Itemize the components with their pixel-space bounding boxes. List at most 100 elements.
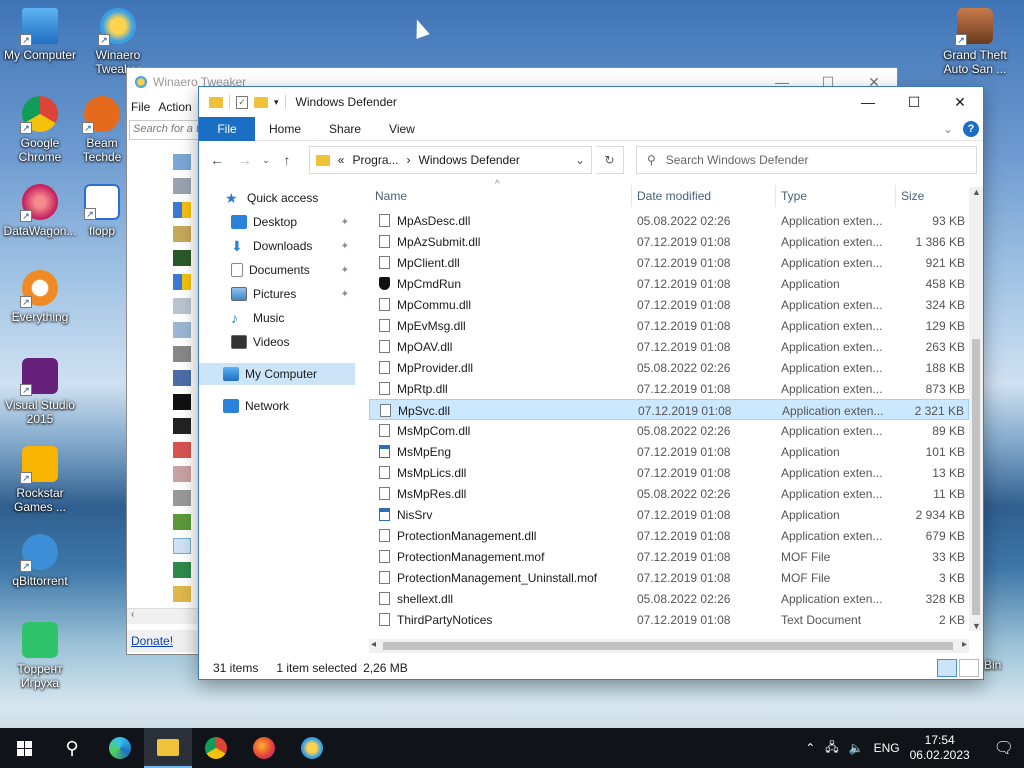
file-row[interactable]: shellext.dll 05.08.2022 02:26 Application … [369, 588, 969, 609]
language-indicator[interactable]: ENG [874, 741, 900, 755]
taskbar-file-explorer[interactable] [144, 728, 192, 768]
tree-item-icon[interactable] [173, 298, 191, 314]
desktop-icon-datawagon[interactable]: ↗ DataWagon... [0, 184, 80, 238]
donate-link[interactable]: Donate! [127, 630, 199, 652]
menu-file[interactable]: File [131, 100, 150, 114]
nav-item-music[interactable]: ♪ Music [199, 307, 355, 329]
desktop-icon-gta[interactable]: ↗ Grand Theft Auto San ... [936, 8, 1014, 76]
large-icons-view-icon[interactable] [959, 659, 979, 677]
taskbar-firefox[interactable] [240, 728, 288, 768]
breadcrumb-item[interactable]: Windows Defender [419, 153, 520, 167]
file-row[interactable]: ProtectionManagement_Uninstall.mof 07.12.… [369, 567, 969, 588]
file-row[interactable]: ProtectionManagement.dll 07.12.2019 01:08… [369, 525, 969, 546]
menu-action[interactable]: Action [158, 100, 191, 114]
file-row[interactable]: MsMpCom.dll 05.08.2022 02:26 Application e… [369, 420, 969, 441]
desktop-icon-chrome[interactable]: ↗ Google Chrome [0, 96, 80, 164]
file-row[interactable]: MpEvMsg.dll 07.12.2019 01:08 Application e… [369, 315, 969, 336]
desktop-icon-beam[interactable]: ↗ Beam Techde [78, 96, 126, 164]
taskbar-winaero[interactable] [288, 728, 336, 768]
desktop-icon-everything[interactable]: ↗ Everything [0, 270, 80, 324]
tab-file[interactable]: File [199, 116, 255, 141]
up-arrow-icon[interactable]: ↑ [275, 152, 299, 168]
tab-share[interactable]: Share [315, 117, 375, 141]
tree-item-icon[interactable] [173, 562, 191, 578]
file-row[interactable]: MpCommu.dll 07.12.2019 01:08 Application e… [369, 294, 969, 315]
close-button[interactable]: ✕ [937, 87, 983, 117]
minimize-button[interactable]: — [845, 87, 891, 117]
scroll-down-icon[interactable]: ▼ [972, 621, 981, 631]
desktop-icon-qbittorrent[interactable]: ↗ qBittorrent [0, 534, 80, 588]
file-row[interactable]: MpProvider.dll 05.08.2022 02:26 Applicatio… [369, 357, 969, 378]
address-bar[interactable]: « Progra... › Windows Defender ⌄ [308, 146, 593, 174]
gear-icon[interactable] [173, 394, 191, 410]
shield-icon[interactable] [173, 274, 191, 290]
new-folder-icon[interactable] [254, 96, 268, 108]
mouse-icon[interactable] [173, 490, 191, 506]
file-row[interactable]: MpClient.dll 07.12.2019 01:08 Application … [369, 252, 969, 273]
file-row[interactable]: MpRtp.dll 07.12.2019 01:08 Application ext… [369, 378, 969, 399]
tab-home[interactable]: Home [255, 117, 315, 141]
nav-item-videos[interactable]: Videos [199, 331, 355, 353]
desktop-icon-winaero[interactable]: ↗ Winaero Tweaker [78, 8, 158, 76]
nav-item-pictures[interactable]: Pictures ✦ [199, 283, 355, 305]
details-view-icon[interactable] [937, 659, 957, 677]
help-icon[interactable]: ? [963, 120, 979, 137]
tab-view[interactable]: View [375, 117, 429, 141]
forward-arrow-icon[interactable]: → [233, 152, 257, 168]
desktop-icon-rockstar[interactable]: ↗ Rockstar Games ... [0, 446, 80, 514]
vertical-scrollbar[interactable]: ▲ ▼ [969, 187, 983, 631]
tree-item-icon[interactable] [173, 226, 191, 242]
tree-item-icon[interactable] [173, 514, 191, 530]
file-explorer-window[interactable]: ✓ ▾ Windows Defender — ☐ ✕ File Home Sha… [198, 86, 984, 680]
horizontal-scrollbar[interactable]: ◂ ▸ [369, 639, 969, 653]
scrollbar-thumb[interactable] [972, 339, 980, 615]
file-row[interactable]: MpCmdRun 07.12.2019 01:08 Application 458 K… [369, 273, 969, 294]
nav-item-network[interactable]: Network [199, 395, 355, 417]
refresh-icon[interactable]: ↻ [596, 146, 624, 174]
file-row[interactable]: MsMpRes.dll 05.08.2022 02:26 Application e… [369, 483, 969, 504]
file-row[interactable]: NisSrv 07.12.2019 01:08 Application 2 934 K… [369, 504, 969, 525]
desktop-icon-floppy[interactable]: ↗ flopp [78, 184, 126, 238]
tree-item-icon[interactable] [173, 322, 191, 338]
search-input[interactable]: Search for a t [129, 120, 199, 140]
desktop-icon-recycle-bin[interactable]: Bin [984, 658, 1024, 672]
maximize-button[interactable]: ☐ [891, 87, 937, 117]
taskbar-edge[interactable] [96, 728, 144, 768]
tree-item-icon[interactable] [173, 154, 191, 170]
clock[interactable]: 17:54 06.02.2023 [910, 733, 970, 763]
breadcrumb-overflow[interactable]: « [338, 153, 345, 167]
power-icon[interactable] [173, 442, 191, 458]
file-row[interactable]: ProtectionManagement.mof 07.12.2019 01:08… [369, 546, 969, 567]
nav-item-downloads[interactable]: ⬇ Downloads ✦ [199, 235, 355, 257]
file-row[interactable]: MpOAV.dll 07.12.2019 01:08 Application ext… [369, 336, 969, 357]
volume-icon[interactable]: 🔈 [849, 741, 864, 755]
network-icon[interactable]: 🖧 [825, 738, 838, 759]
tree-item-icon[interactable] [173, 466, 191, 482]
horizontal-scrollbar[interactable]: ‹ [127, 608, 199, 624]
nav-item-documents[interactable]: Documents ✦ [199, 259, 355, 281]
nav-item-quick-access[interactable]: ★ Quick access [199, 187, 355, 209]
desktop-icon-visual-studio[interactable]: ↗ Visual Studio 2015 [0, 358, 80, 426]
scroll-right-icon[interactable]: ▸ [962, 639, 967, 650]
search-button[interactable]: ⚲ [48, 728, 96, 768]
scissors-icon[interactable] [173, 370, 191, 386]
scroll-left-icon[interactable]: ◂ [371, 639, 376, 650]
nav-item-my-computer[interactable]: My Computer [199, 363, 355, 385]
properties-icon[interactable]: ✓ [236, 95, 248, 109]
file-row[interactable]: MpAsDesc.dll 05.08.2022 02:26 Application … [369, 210, 969, 231]
customize-toolbar-icon[interactable]: ▾ [274, 97, 279, 108]
shield-icon[interactable] [173, 538, 191, 554]
tree-item-icon[interactable] [173, 586, 191, 602]
chevron-down-icon[interactable]: ⌄ [575, 153, 585, 167]
scroll-up-icon[interactable]: ▲ [972, 187, 981, 197]
tree-item-icon[interactable] [173, 346, 191, 362]
taskbar-chrome[interactable] [192, 728, 240, 768]
file-row[interactable]: MpAzSubmit.dll 07.12.2019 01:08 Applicatio… [369, 231, 969, 252]
file-row[interactable]: MsMpEng 07.12.2019 01:08 Application 101 KB [369, 441, 969, 462]
back-arrow-icon[interactable]: ← [205, 152, 229, 168]
console-icon[interactable] [173, 418, 191, 434]
tree-item-icon[interactable] [173, 250, 191, 266]
notifications-icon[interactable]: 🗨 [994, 738, 1014, 758]
recent-locations-icon[interactable]: ⌄ [261, 155, 271, 166]
shield-icon[interactable] [173, 202, 191, 218]
